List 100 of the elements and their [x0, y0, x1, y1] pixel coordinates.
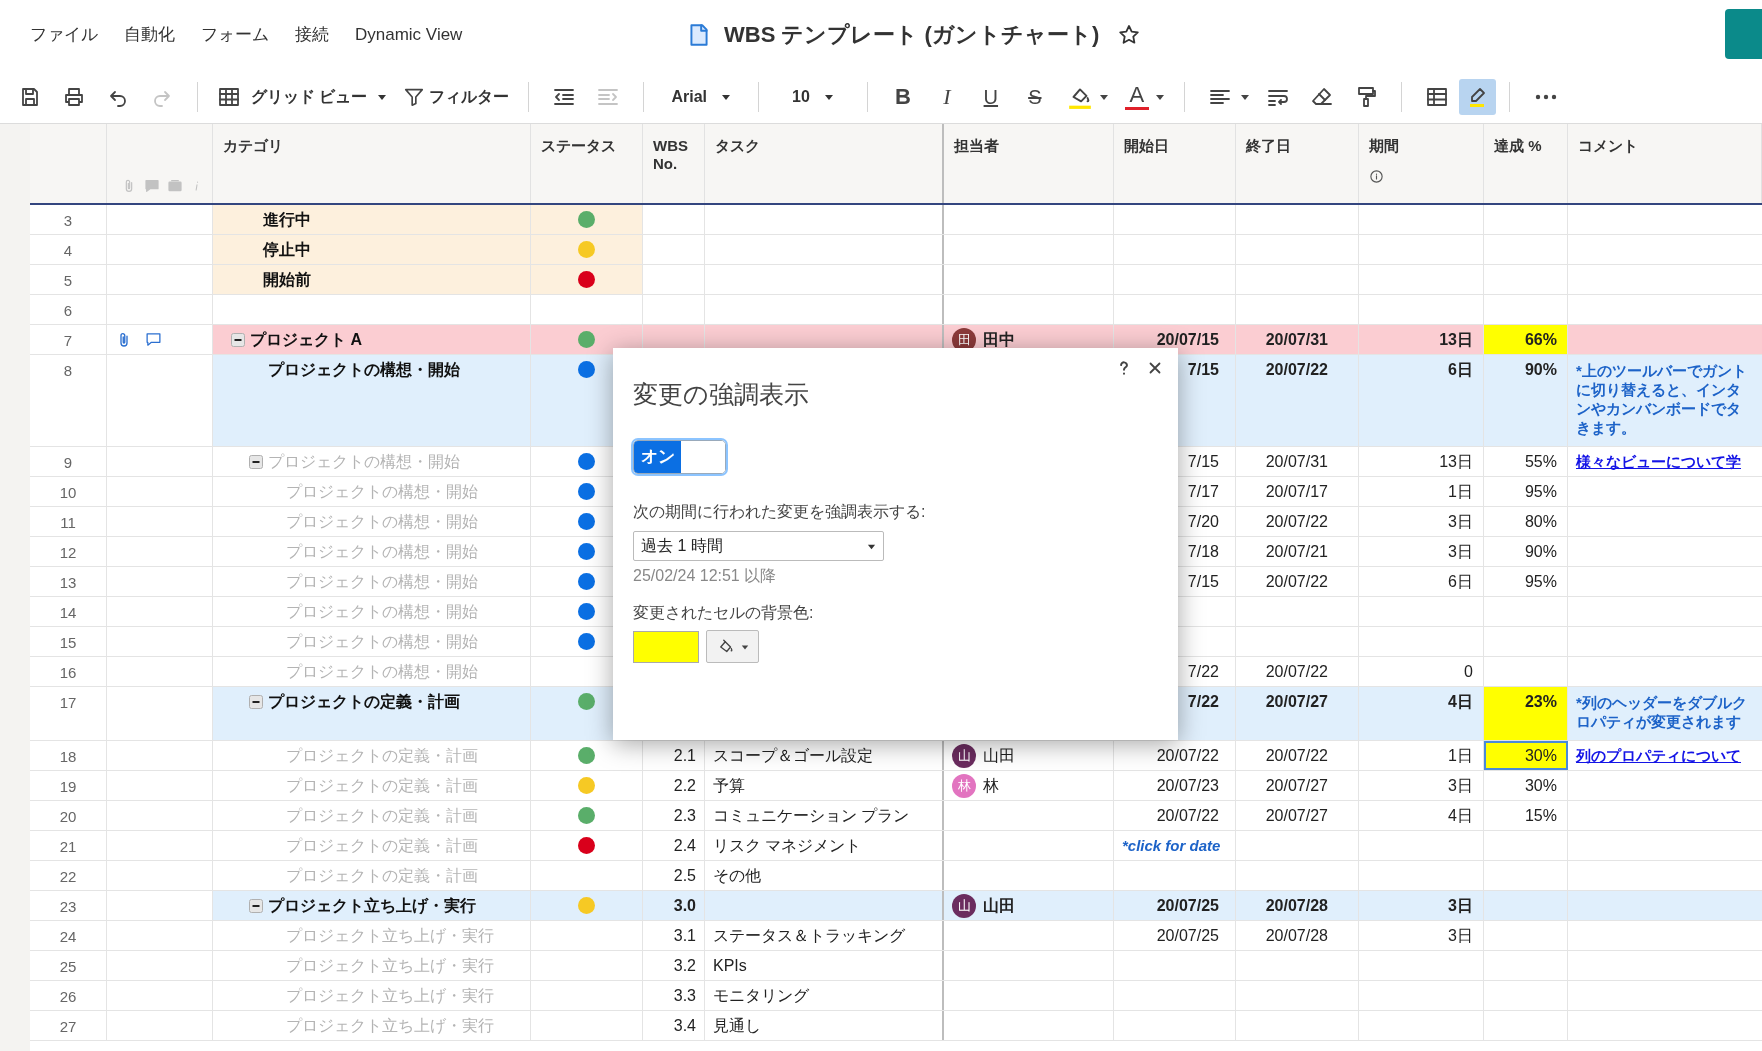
- table-cell: プロジェクトの定義・計画: [286, 866, 478, 886]
- table-cell: 95%: [1484, 477, 1568, 506]
- table-cell: プロジェクトの構想・開始: [286, 512, 478, 532]
- color-picker-button[interactable]: [706, 630, 759, 663]
- table-cell: 13日: [1359, 447, 1484, 476]
- table-cell: プロジェクトの定義・計画: [286, 776, 478, 796]
- comment-link[interactable]: 様々なビューについて学: [1576, 453, 1741, 470]
- highlight-changes-button[interactable]: [1458, 78, 1496, 115]
- table-cell: プロジェクトの定義・計画: [286, 746, 478, 766]
- filter-button[interactable]: フィルター: [397, 84, 516, 109]
- column-header[interactable]: 担当者: [954, 137, 1103, 155]
- row-number: 11: [60, 513, 76, 533]
- menu-item[interactable]: 自動化: [124, 22, 175, 48]
- table-cell: 2.4: [643, 831, 705, 860]
- table-cell: 開始前: [213, 265, 531, 294]
- table-cell: モニタリング: [705, 981, 944, 1010]
- table-cell: 見通し: [705, 1011, 944, 1040]
- document-title: WBS テンプレート (ガントチャート): [724, 21, 1100, 49]
- column-header[interactable]: WBS No.: [653, 137, 694, 173]
- table-cell: 2.3: [643, 801, 705, 830]
- font-size-dropdown[interactable]: 10: [772, 84, 854, 109]
- menu-item[interactable]: 接続: [295, 22, 329, 48]
- table-cell: 6日: [1359, 567, 1484, 596]
- comment-link[interactable]: 列のプロパティについて: [1576, 747, 1741, 764]
- table-cell: 20/07/28: [1236, 891, 1359, 920]
- table-cell: 2.2: [643, 771, 705, 800]
- table-cell: プロジェクトの構想・開始: [286, 542, 478, 562]
- table-cell: 20/07/31: [1236, 447, 1359, 476]
- assignee-name: 山田: [983, 896, 1015, 916]
- row-number: 17: [59, 693, 77, 713]
- row-number: 7: [63, 331, 73, 351]
- table-cell: 2.5: [643, 861, 705, 890]
- table-cell: 20/07/28: [1236, 921, 1359, 950]
- bold-button[interactable]: B: [891, 80, 914, 113]
- column-header[interactable]: 終了日: [1246, 137, 1348, 155]
- column-header[interactable]: タスク: [715, 137, 932, 155]
- table-cell: 20/07/23: [1114, 771, 1236, 800]
- table-cell: 停止中: [213, 235, 531, 264]
- table-cell: プロジェクトの定義・計画: [286, 836, 478, 856]
- table-cell: 90%: [1484, 355, 1568, 446]
- column-header[interactable]: 達成 %: [1494, 137, 1557, 155]
- table-cell: 6日: [1359, 355, 1484, 446]
- row-number: 24: [59, 927, 77, 947]
- column-header[interactable]: カテゴリ: [223, 137, 520, 155]
- italic-button[interactable]: I: [935, 80, 958, 113]
- assignee-name: 田中: [983, 330, 1015, 350]
- table-cell: 20/07/31: [1236, 325, 1359, 354]
- table-cell: 20/07/22: [1236, 741, 1359, 770]
- menu-item[interactable]: ファイル: [30, 22, 98, 48]
- table-cell: 20/07/25: [1114, 921, 1236, 950]
- table-cell: プロジェクト立ち上げ・実行: [286, 926, 494, 946]
- table-cell: 20/07/17: [1236, 477, 1359, 506]
- collapse-icon[interactable]: [231, 333, 245, 347]
- column-header[interactable]: 期間: [1369, 137, 1473, 155]
- more-icon[interactable]: [1534, 93, 1557, 100]
- caret-icon[interactable]: [740, 642, 749, 651]
- row-number: 23: [59, 897, 77, 917]
- period-label: 次の期間に行われた変更を強調表示する:: [633, 502, 926, 522]
- table-cell: 55%: [1484, 447, 1568, 476]
- underline-button[interactable]: U: [979, 81, 1002, 112]
- table-cell: 20/07/22: [1236, 355, 1359, 446]
- row-number: 18: [59, 747, 77, 767]
- column-header[interactable]: ステータス: [541, 137, 632, 155]
- column-header[interactable]: コメント: [1578, 137, 1751, 155]
- table-cell: プロジェクト立ち上げ・実行: [268, 896, 476, 916]
- color-swatch[interactable]: [633, 630, 699, 663]
- info-icon[interactable]: [1369, 169, 1384, 184]
- collapse-icon[interactable]: [249, 695, 263, 709]
- star-icon[interactable]: [1117, 22, 1142, 47]
- table-cell: 4日: [1359, 801, 1484, 830]
- collapse-icon[interactable]: [249, 899, 263, 913]
- table-cell: 23%: [1484, 687, 1568, 740]
- table-cell: プロジェクトの構想・開始: [286, 572, 478, 592]
- table-cell: プロジェクトの構想・開始: [286, 632, 478, 652]
- font-dropdown[interactable]: Arial: [657, 84, 746, 109]
- collapse-icon[interactable]: [249, 455, 263, 469]
- menu-item[interactable]: Dynamic View: [355, 22, 463, 48]
- avatar: 山: [952, 894, 976, 918]
- menu-item[interactable]: フォーム: [201, 22, 269, 48]
- row-number: 20: [59, 807, 77, 827]
- strikethrough-button[interactable]: S: [1023, 81, 1046, 112]
- comment-icon[interactable]: [145, 331, 162, 348]
- row-number: 25: [59, 957, 77, 977]
- period-dropdown[interactable]: 過去 1 時間: [633, 531, 884, 561]
- table-cell: 20/07/27: [1236, 771, 1359, 800]
- toggle-switch[interactable]: オン: [633, 440, 726, 474]
- table-cell: プロジェクト立ち上げ・実行: [286, 986, 494, 1006]
- column-header[interactable]: 開始日: [1124, 137, 1225, 155]
- date-prompt: *click for date: [1114, 831, 1236, 860]
- table-cell: プロジェクトの定義・計画: [286, 806, 478, 826]
- view-dropdown[interactable]: グリッド ビュー: [211, 84, 394, 109]
- table-cell: 3日: [1359, 891, 1484, 920]
- table-cell: プロジェクト A: [250, 330, 362, 350]
- row-number: 27: [59, 1017, 77, 1037]
- since-text: 25/02/24 12:51 以降: [633, 566, 777, 586]
- dialog-title: 変更の強調表示: [633, 379, 809, 410]
- table-cell: 3日: [1359, 771, 1484, 800]
- text-color-button[interactable]: A: [1124, 83, 1149, 110]
- table-cell: 15%: [1484, 801, 1568, 830]
- table-cell: 20/07/22: [1236, 567, 1359, 596]
